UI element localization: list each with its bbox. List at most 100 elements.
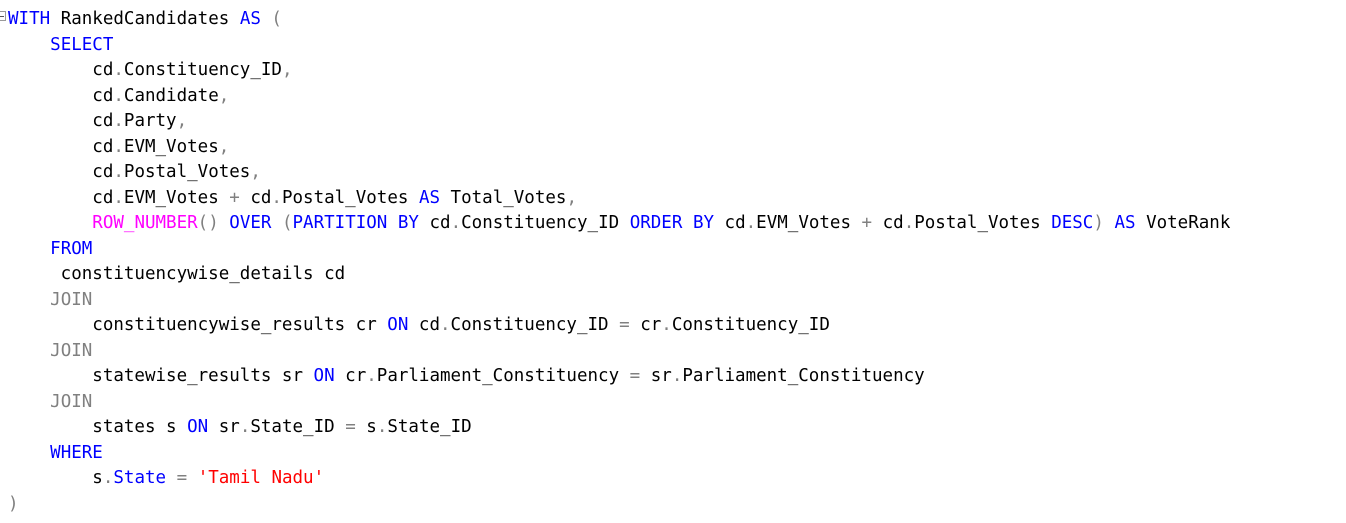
code-token: . bbox=[271, 187, 282, 208]
code-token: AS bbox=[418, 187, 441, 208]
code-token: + bbox=[229, 187, 240, 208]
code-line[interactable]: JOIN bbox=[8, 339, 92, 364]
code-token: cd bbox=[418, 213, 451, 233]
code-line[interactable]: FROM bbox=[8, 237, 92, 262]
code-token: cd bbox=[239, 187, 272, 208]
code-token: , bbox=[218, 85, 230, 106]
code-token: statewise_results sr bbox=[8, 366, 314, 386]
code-line[interactable]: constituencywise_details cd bbox=[8, 262, 345, 287]
sql-code-editor[interactable]: WITH RankedCandidates AS ( SELECT cd.Con… bbox=[0, 0, 1346, 523]
code-token: ) bbox=[8, 493, 19, 514]
code-line[interactable]: JOIN bbox=[8, 288, 92, 313]
code-token: cd bbox=[8, 60, 114, 80]
code-token: Postal_Votes bbox=[281, 187, 419, 208]
code-token: . bbox=[376, 417, 388, 437]
code-token: SELECT bbox=[50, 34, 114, 55]
code-token: Postal_Votes bbox=[123, 162, 251, 182]
code-line[interactable]: WHERE bbox=[8, 441, 103, 466]
code-token: JOIN bbox=[50, 289, 93, 310]
code-token: AS bbox=[239, 9, 261, 29]
code-line[interactable]: constituencywise_results cr ON cd.Consti… bbox=[8, 313, 830, 338]
code-token: . bbox=[903, 213, 915, 233]
code-token: . bbox=[450, 213, 462, 233]
code-token: EVM_Votes bbox=[123, 136, 219, 157]
collapse-toggle-icon[interactable] bbox=[0, 11, 6, 21]
code-token: Constituency_ID bbox=[461, 213, 630, 233]
code-line[interactable]: states s ON sr.State_ID = s.State_ID bbox=[8, 415, 472, 440]
code-line[interactable]: statewise_results sr ON cr.Parliament_Co… bbox=[8, 364, 924, 389]
code-token: states s bbox=[8, 417, 188, 437]
code-token: FROM bbox=[50, 238, 93, 259]
code-token: RankedCandidates bbox=[50, 9, 240, 29]
code-token: . bbox=[745, 213, 757, 233]
code-token: Constituency_ID bbox=[450, 315, 620, 335]
code-token: . bbox=[113, 187, 124, 208]
code-token: . bbox=[102, 468, 114, 488]
code-token: . bbox=[239, 417, 251, 437]
code-token: JOIN bbox=[50, 340, 93, 361]
code-line[interactable]: cd.EVM_Votes, bbox=[8, 135, 229, 160]
code-token: Candidate bbox=[123, 85, 219, 106]
code-token: cr bbox=[629, 315, 662, 335]
code-token: , bbox=[250, 162, 261, 182]
code-token: = bbox=[619, 315, 630, 335]
code-line[interactable]: JOIN bbox=[8, 390, 92, 415]
code-token: . bbox=[113, 60, 124, 80]
code-line[interactable]: ) bbox=[8, 492, 19, 517]
code-line[interactable]: cd.Postal_Votes, bbox=[8, 160, 261, 185]
code-token: State_ID bbox=[250, 417, 346, 437]
code-line[interactable]: WITH RankedCandidates AS ( bbox=[8, 7, 282, 32]
code-token: cd bbox=[8, 162, 114, 182]
code-token: . bbox=[113, 111, 124, 131]
code-token: constituencywise_details cd bbox=[8, 264, 346, 284]
code-token: Total_Votes bbox=[440, 187, 567, 208]
code-line[interactable]: cd.Constituency_ID, bbox=[8, 58, 293, 83]
code-token: . bbox=[113, 85, 124, 106]
code-line[interactable]: cd.Candidate, bbox=[8, 84, 229, 109]
code-line[interactable]: s.State = 'Tamil Nadu' bbox=[8, 466, 324, 491]
code-token: State_ID bbox=[387, 417, 472, 437]
code-token: WITH bbox=[8, 9, 51, 29]
code-token: 'Tamil Nadu' bbox=[197, 468, 325, 488]
code-token: s bbox=[355, 417, 377, 437]
code-token: = bbox=[176, 468, 188, 488]
code-token: ( bbox=[271, 213, 293, 233]
code-token: Constituency_ID bbox=[123, 60, 282, 80]
code-token: , bbox=[281, 60, 293, 80]
code-token: BY bbox=[397, 213, 419, 233]
code-token: ON bbox=[187, 417, 209, 437]
code-token: ORDER bbox=[629, 213, 683, 233]
code-token: cd bbox=[714, 213, 746, 233]
code-token: EVM_Votes bbox=[756, 213, 862, 233]
code-line[interactable]: cd.EVM_Votes + cd.Postal_Votes AS Total_… bbox=[8, 186, 577, 211]
code-token: cr bbox=[334, 366, 367, 386]
code-token: cd bbox=[8, 136, 114, 157]
code-token: AS bbox=[1114, 213, 1136, 233]
code-token: + bbox=[861, 213, 873, 233]
code-line[interactable]: ROW_NUMBER() OVER (PARTITION BY cd.Const… bbox=[8, 211, 1230, 236]
code-line[interactable]: SELECT bbox=[8, 33, 113, 58]
code-token: , bbox=[566, 187, 577, 208]
code-token: = bbox=[345, 417, 356, 437]
code-token: PARTITION bbox=[292, 213, 388, 233]
code-token: sr bbox=[640, 366, 672, 386]
code-line[interactable]: cd.Party, bbox=[8, 109, 187, 134]
code-token: ) bbox=[1093, 213, 1104, 233]
code-token: WHERE bbox=[50, 442, 103, 463]
code-token: EVM_Votes bbox=[123, 187, 230, 208]
code-token: cd bbox=[8, 111, 114, 131]
code-token: JOIN bbox=[50, 391, 93, 412]
code-token: BY bbox=[692, 213, 715, 233]
code-token: . bbox=[671, 366, 683, 386]
code-token: sr bbox=[208, 417, 240, 437]
